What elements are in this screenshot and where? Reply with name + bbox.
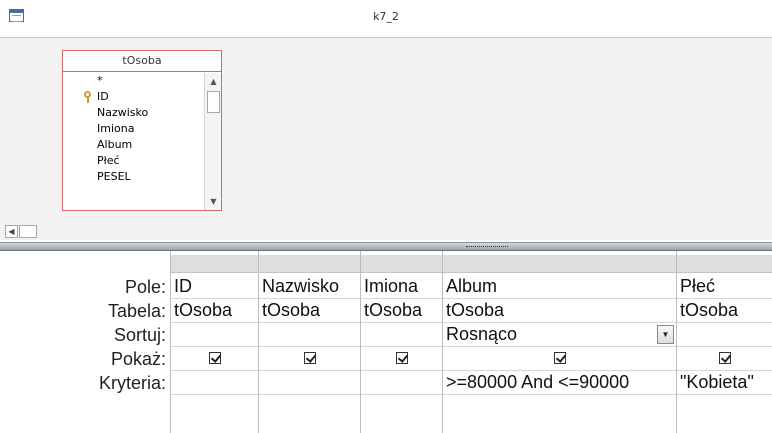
- sort-cell[interactable]: [361, 323, 442, 347]
- sort-value: Rosnąco: [446, 324, 518, 344]
- table-cell[interactable]: tOsoba: [361, 299, 442, 323]
- table-cell[interactable]: tOsoba: [259, 299, 360, 323]
- table-cell[interactable]: tOsoba: [171, 299, 258, 323]
- horizontal-scrollbar-thumb[interactable]: [19, 225, 37, 238]
- criteria-cell[interactable]: >=80000 And <=90000: [443, 371, 676, 395]
- scrollbar-thumb[interactable]: [207, 91, 220, 113]
- sort-cell[interactable]: [259, 323, 360, 347]
- field-item-id[interactable]: ID: [84, 89, 204, 105]
- grid-column-plec[interactable]: Płeć tOsoba "Kobieta": [676, 251, 772, 433]
- table-field-list[interactable]: tOsoba * ID Nazwisko Imiona Album Płeć P…: [62, 50, 222, 211]
- field-item-label: ID: [97, 90, 109, 103]
- criteria-cell[interactable]: [361, 371, 442, 395]
- grid-row-labels: Pole: Tabela: Sortuj: Pokaż: Kryteria:: [0, 251, 170, 433]
- sort-cell[interactable]: [677, 323, 772, 347]
- checkbox-checked-icon[interactable]: [718, 351, 731, 364]
- table-fields-list: * ID Nazwisko Imiona Album Płeć PESEL: [63, 73, 204, 210]
- checkbox-checked-icon[interactable]: [553, 351, 566, 364]
- field-item-plec[interactable]: Płeć: [97, 153, 204, 169]
- grid-column-nazwisko[interactable]: Nazwisko tOsoba: [258, 251, 360, 433]
- primary-key-icon: [83, 91, 92, 103]
- field-cell[interactable]: ID: [171, 275, 258, 299]
- diagram-horizontal-scrollbar[interactable]: ◀: [0, 224, 772, 240]
- row-label-sort: Sortuj:: [113, 325, 166, 345]
- query-window-titlebar: k7_2: [0, 0, 772, 38]
- criteria-cell[interactable]: [259, 371, 360, 395]
- window-title: k7_2: [373, 10, 399, 23]
- field-cell[interactable]: Imiona: [361, 275, 442, 299]
- column-selector[interactable]: [443, 255, 676, 273]
- pane-splitter[interactable]: [0, 242, 772, 251]
- scroll-down-arrow-icon[interactable]: ▼: [207, 195, 220, 208]
- field-item-all[interactable]: *: [97, 73, 204, 89]
- criteria-cell[interactable]: [171, 371, 258, 395]
- dropdown-arrow-icon[interactable]: ▼: [657, 325, 674, 344]
- table-diagram-pane[interactable]: tOsoba * ID Nazwisko Imiona Album Płeć P…: [0, 38, 772, 240]
- table-cell[interactable]: tOsoba: [677, 299, 772, 323]
- scroll-left-arrow-icon[interactable]: ◀: [5, 225, 18, 238]
- query-design-grid: Pole: Tabela: Sortuj: Pokaż: Kryteria: I…: [0, 251, 772, 433]
- column-selector[interactable]: [361, 255, 442, 273]
- row-label-show: Pokaż:: [110, 349, 166, 369]
- grid-column-album[interactable]: Album tOsoba Rosnąco ▼ >=80000 And <=900…: [442, 251, 676, 433]
- column-selector[interactable]: [171, 255, 258, 273]
- show-cell[interactable]: [259, 347, 360, 371]
- field-item-album[interactable]: Album: [97, 137, 204, 153]
- field-item-nazwisko[interactable]: Nazwisko: [97, 105, 204, 121]
- criteria-cell[interactable]: "Kobieta": [677, 371, 772, 395]
- field-cell[interactable]: Nazwisko: [259, 275, 360, 299]
- grid-column-imiona[interactable]: Imiona tOsoba: [360, 251, 442, 433]
- checkbox-checked-icon[interactable]: [303, 351, 316, 364]
- sort-dropdown[interactable]: Rosnąco ▼: [443, 323, 676, 347]
- splitter-grip[interactable]: [466, 246, 508, 248]
- show-cell[interactable]: [443, 347, 676, 371]
- column-selector[interactable]: [259, 255, 360, 273]
- table-cell[interactable]: tOsoba: [443, 299, 676, 323]
- show-cell[interactable]: [361, 347, 442, 371]
- grid-column-id[interactable]: ID tOsoba: [170, 251, 258, 433]
- checkbox-checked-icon[interactable]: [208, 351, 221, 364]
- row-label-table: Tabela:: [107, 301, 166, 321]
- field-item-imiona[interactable]: Imiona: [97, 121, 204, 137]
- field-cell[interactable]: Album: [443, 275, 676, 299]
- field-list-scrollbar[interactable]: ▲ ▼: [204, 73, 221, 210]
- sort-cell[interactable]: [171, 323, 258, 347]
- scroll-up-arrow-icon[interactable]: ▲: [207, 75, 220, 88]
- show-cell[interactable]: [677, 347, 772, 371]
- table-name-header[interactable]: tOsoba: [63, 51, 221, 72]
- row-label-field: Pole:: [124, 277, 166, 297]
- field-item-pesel[interactable]: PESEL: [97, 169, 204, 185]
- column-selector[interactable]: [677, 255, 772, 273]
- field-cell[interactable]: Płeć: [677, 275, 772, 299]
- show-cell[interactable]: [171, 347, 258, 371]
- row-label-criteria: Kryteria:: [98, 373, 166, 393]
- checkbox-checked-icon[interactable]: [395, 351, 408, 364]
